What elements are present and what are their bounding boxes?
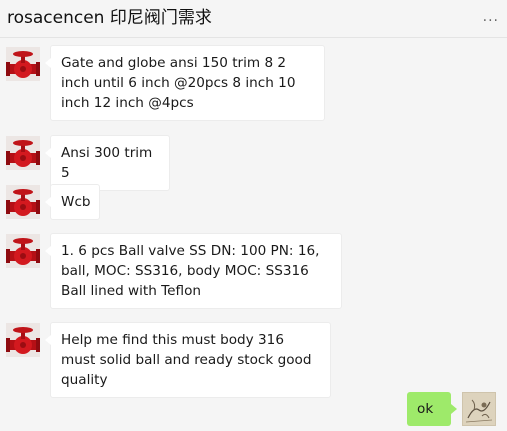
message-text: Help me find this must body 316 must sol… — [61, 332, 312, 388]
message-bubble[interactable]: Gate and globe ansi 150 trim 8 2 inch un… — [45, 45, 325, 121]
contact-avatar[interactable] — [6, 323, 40, 357]
red-valve-avatar-icon — [6, 234, 40, 268]
message-text: Ansi 300 trim 5 — [61, 145, 153, 181]
contact-avatar[interactable] — [6, 234, 40, 268]
red-valve-avatar-icon — [6, 136, 40, 170]
outgoing-message-bubble[interactable]: ok — [407, 392, 457, 426]
sketch-avatar-icon — [462, 392, 496, 426]
message-bubble[interactable]: Help me find this must body 316 must sol… — [45, 322, 331, 398]
contact-avatar[interactable] — [6, 47, 40, 81]
message-bubble[interactable]: 1. 6 pcs Ball valve SS DN: 100 PN: 16, b… — [45, 233, 342, 309]
red-valve-avatar-icon — [6, 185, 40, 219]
more-options-icon[interactable]: ... — [483, 9, 499, 25]
message-bubble[interactable]: Wcb — [45, 184, 100, 220]
message-text: ok — [417, 401, 434, 417]
red-valve-avatar-icon — [6, 323, 40, 357]
red-valve-avatar-icon — [6, 47, 40, 81]
message-bubble[interactable]: Ansi 300 trim 5 — [45, 135, 170, 191]
chat-header: rosacencen 印尼阀门需求 ... — [0, 0, 507, 38]
self-avatar[interactable] — [462, 392, 496, 426]
message-text: Gate and globe ansi 150 trim 8 2 inch un… — [61, 55, 296, 111]
contact-avatar[interactable] — [6, 136, 40, 170]
message-text: 1. 6 pcs Ball valve SS DN: 100 PN: 16, b… — [61, 243, 320, 299]
chat-title: rosacencen 印尼阀门需求 — [7, 8, 212, 28]
contact-avatar[interactable] — [6, 185, 40, 219]
message-text: Wcb — [61, 194, 91, 210]
